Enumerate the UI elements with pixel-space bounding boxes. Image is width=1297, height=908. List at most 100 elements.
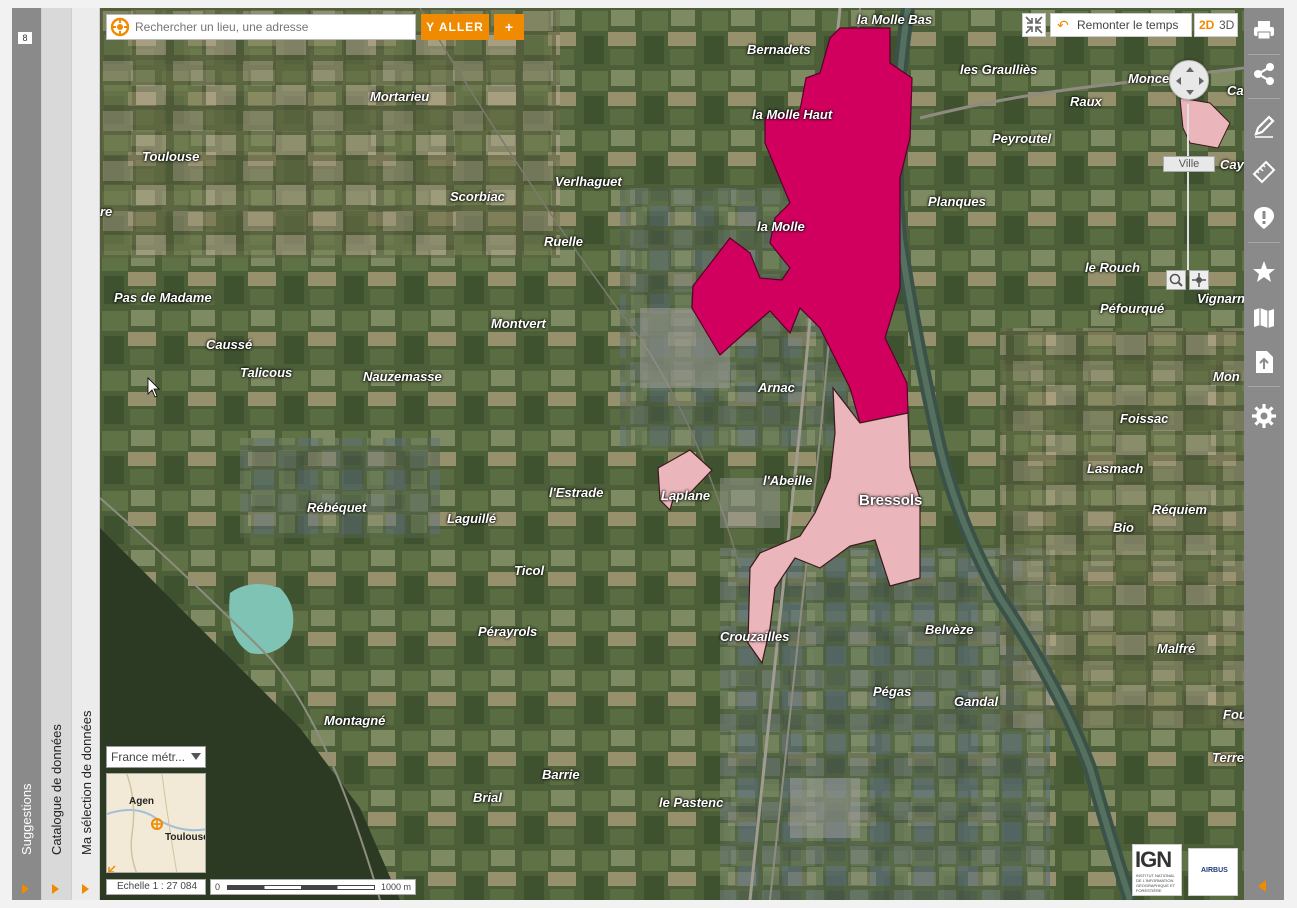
view-3d-option[interactable]: 3D	[1219, 14, 1234, 36]
place-label: Laguillé	[447, 511, 497, 526]
expand-arrow-icon[interactable]	[82, 884, 89, 894]
place-label: Talicous	[240, 365, 293, 380]
scale-ratio: Echelle 1 : 27 084	[106, 879, 206, 895]
overview-map[interactable]: Agen Toulouse	[106, 773, 206, 873]
zoom-box-button[interactable]	[1166, 270, 1186, 290]
place-label: Gandal	[954, 694, 999, 709]
add-button[interactable]: +	[494, 14, 524, 40]
locate-button[interactable]	[1189, 270, 1209, 290]
ign-logo[interactable]: IGN INSTITUT NATIONAL DE L'INFORMATION G…	[1132, 844, 1182, 896]
expand-arrow-icon[interactable]	[52, 884, 59, 894]
search-input[interactable]	[135, 15, 413, 39]
ign-logo-text: IGN	[1135, 847, 1172, 872]
import-button[interactable]	[1250, 348, 1278, 376]
suggestions-panel[interactable]: 8 Suggestions	[12, 8, 42, 900]
place-label: Laplane	[661, 488, 711, 503]
view-mode-toggle[interactable]: 2D 3D	[1194, 13, 1238, 37]
selection-label: Ma sélection de données	[79, 710, 94, 855]
place-label: Arnac	[758, 380, 795, 395]
scale-end-label: 1000 m	[380, 882, 411, 892]
place-label: Lasmach	[1087, 461, 1144, 476]
place-label: Ruelle	[544, 234, 584, 249]
selection-panel[interactable]: Ma sélection de données	[72, 8, 100, 900]
place-label: Toulouse	[142, 149, 200, 164]
pan-arrows-icon	[1176, 67, 1204, 95]
measure-button[interactable]	[1250, 158, 1278, 186]
fullscreen-button[interactable]	[1022, 13, 1046, 37]
gear-icon	[1252, 404, 1276, 428]
place-label: Barrie	[542, 767, 580, 782]
place-label-bressols: Bressols	[859, 492, 923, 509]
place-label: le Rouch	[1085, 260, 1140, 275]
favorite-button[interactable]	[1250, 258, 1278, 286]
overview-label-toulouse: Toulouse	[165, 832, 206, 843]
crosshair-icon	[1192, 273, 1206, 287]
place-label: Nauzemasse	[363, 369, 442, 384]
place-label: Terre	[1212, 750, 1244, 765]
search-box[interactable]	[106, 14, 416, 40]
catalog-panel[interactable]: Catalogue de données	[42, 8, 72, 900]
ign-logo-subtext: INSTITUT NATIONAL DE L'INFORMATION GÉOGR…	[1136, 873, 1176, 893]
airbus-logo[interactable]: AIRBUS	[1188, 848, 1238, 896]
place-label: la Molle Bas	[857, 12, 933, 27]
zoom-slider[interactable]	[1187, 104, 1189, 270]
place-label: Verlhaguet	[555, 174, 622, 189]
satellite-imagery	[100, 8, 1244, 900]
place-label: Ticol	[514, 563, 545, 578]
place-label: la Molle Haut	[752, 107, 833, 122]
place-label: Fou	[1223, 707, 1244, 722]
place-label: Vignarna	[1197, 291, 1244, 306]
place-label: Ca	[1227, 83, 1244, 98]
go-button[interactable]: Y ALLER	[421, 14, 489, 40]
place-label: le Pastenc	[659, 795, 724, 810]
place-label: Cay	[1220, 157, 1244, 172]
view-2d-option[interactable]: 2D	[1199, 14, 1214, 36]
alert-icon	[1254, 207, 1274, 229]
overview-map-graphic	[107, 774, 205, 872]
scale-bar-graphic	[227, 885, 375, 890]
alert-button[interactable]	[1250, 204, 1278, 232]
map-canvas[interactable]: la Molle Bas Bernadets Mortarieu la Moll…	[100, 8, 1244, 900]
place-label: Montvert	[491, 316, 546, 331]
expand-arrow-icon[interactable]	[22, 884, 29, 894]
undo-arrow-icon: ↶	[1057, 17, 1069, 33]
place-label: Mon	[1213, 369, 1240, 384]
place-label: Pérayrols	[478, 624, 538, 639]
share-button[interactable]	[1250, 60, 1278, 88]
place-label: Pégas	[873, 684, 912, 699]
draw-button[interactable]	[1250, 112, 1278, 140]
right-toolbar	[1244, 8, 1284, 900]
map-icon	[1254, 308, 1274, 328]
time-travel-button[interactable]: ↶ Remonter le temps	[1050, 13, 1192, 37]
place-label: Montagné	[324, 713, 386, 728]
ruler-icon	[1252, 160, 1276, 184]
place-label: l'Estrade	[549, 485, 604, 500]
pan-control[interactable]	[1169, 60, 1209, 100]
projection-select[interactable]: France métr...	[106, 746, 206, 768]
time-travel-label: Remonter le temps	[1077, 18, 1179, 32]
app-frame: 8 Suggestions Catalogue de données Ma sé…	[0, 0, 1297, 908]
place-label: Belvèze	[925, 622, 974, 637]
place-label: Bio	[1113, 520, 1134, 535]
place-label: Brial	[473, 790, 502, 805]
settings-button[interactable]	[1250, 402, 1278, 430]
zoom-level-label: Ville	[1163, 156, 1215, 172]
collapse-toolbar-icon[interactable]	[1258, 880, 1266, 892]
pencil-icon	[1254, 115, 1275, 138]
catalog-label: Catalogue de données	[49, 724, 64, 855]
share-icon	[1254, 63, 1274, 85]
place-label: les Graulliès	[960, 62, 1038, 77]
place-label: Caussé	[206, 337, 253, 352]
place-label: Pas de Madame	[114, 290, 212, 305]
print-button[interactable]	[1250, 16, 1278, 44]
place-label: Péfourqué	[1100, 301, 1165, 316]
map-layers-button[interactable]	[1250, 304, 1278, 332]
suggestions-label: Suggestions	[19, 783, 34, 855]
print-icon	[1254, 21, 1274, 40]
scale-start-label: 0	[215, 882, 221, 892]
place-label: Crouzailles	[720, 629, 790, 644]
place-label: Réquiem	[1152, 502, 1207, 517]
upload-file-icon	[1256, 351, 1273, 373]
place-label: Foissac	[1120, 411, 1169, 426]
location-target-icon[interactable]	[110, 17, 130, 37]
